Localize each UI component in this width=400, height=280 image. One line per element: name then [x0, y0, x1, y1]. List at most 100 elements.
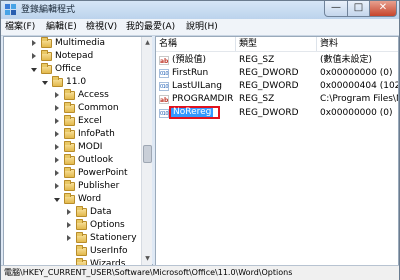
- folder-icon: [76, 245, 87, 256]
- status-path: 電腦\HKEY_CURRENT_USER\Software\Microsoft\…: [4, 268, 293, 277]
- value-name: LastUILang: [172, 81, 222, 91]
- tree-item-powerpoint[interactable]: PowerPoint: [4, 167, 140, 180]
- expand-arrow-icon[interactable]: [55, 183, 59, 189]
- tree-item-label: Notepad: [55, 51, 94, 61]
- tree-item-outlook[interactable]: Outlook: [4, 154, 140, 167]
- folder-open-icon: [41, 63, 52, 74]
- value-row[interactable]: 010 LastUILang REG_DWORD 0x00000404 (102…: [156, 80, 398, 93]
- value-name: FirstRun: [172, 68, 209, 78]
- folder-icon: [76, 206, 87, 217]
- menu-help[interactable]: 說明(H): [186, 21, 218, 33]
- value-type: REG_DWORD: [239, 108, 299, 118]
- value-name-editing[interactable]: NoRereg: [171, 108, 214, 117]
- maximize-button[interactable]: □: [348, 1, 370, 17]
- value-data: 0x00000000 (0): [320, 108, 393, 118]
- expand-arrow-icon[interactable]: [55, 157, 59, 163]
- minimize-icon: —: [331, 2, 341, 13]
- expand-arrow-icon[interactable]: [55, 144, 59, 150]
- status-bar: 電腦\HKEY_CURRENT_USER\Software\Microsoft\…: [1, 265, 399, 280]
- tree-item-multimedia[interactable]: Multimedia: [4, 37, 140, 50]
- expand-arrow-icon[interactable]: [55, 92, 59, 98]
- value-type: REG_SZ: [239, 94, 275, 104]
- folder-open-icon: [52, 76, 63, 87]
- tree-item-label: Excel: [78, 116, 102, 126]
- column-header-name[interactable]: 名稱: [156, 37, 236, 51]
- tree-item-data[interactable]: Data: [4, 206, 140, 219]
- collapse-arrow-icon[interactable]: [54, 198, 60, 202]
- tree-item-label: Common: [78, 103, 119, 113]
- expand-arrow-icon[interactable]: [55, 118, 59, 124]
- expand-arrow-icon[interactable]: [55, 105, 59, 111]
- key-tree-pane[interactable]: Multimedia Notepad Office 11.0 Access Co…: [3, 36, 153, 266]
- expand-arrow-icon[interactable]: [32, 40, 36, 46]
- value-row[interactable]: ab PROGRAMDIR REG_SZ C:\Program Files\M: [156, 93, 398, 106]
- value-data: (數值未設定): [320, 55, 373, 65]
- scroll-up-icon[interactable]: ▲: [143, 38, 152, 48]
- column-header-row: 名稱 類型 資料: [156, 37, 398, 52]
- tree-item-label: Publisher: [78, 181, 120, 191]
- tree-item-modi[interactable]: MODI: [4, 141, 140, 154]
- value-row[interactable]: 010 FirstRun REG_DWORD 0x00000000 (0): [156, 67, 398, 80]
- scrollbar-thumb[interactable]: [143, 145, 152, 163]
- tree-item-excel[interactable]: Excel: [4, 115, 140, 128]
- menu-view[interactable]: 檢視(V): [86, 21, 117, 33]
- tree-item-stationery[interactable]: Stationery: [4, 232, 140, 245]
- folder-icon: [64, 89, 75, 100]
- tree-item-label: Options: [90, 220, 125, 230]
- expand-arrow-icon[interactable]: [67, 209, 71, 215]
- value-data: 0x00000000 (0): [320, 68, 393, 78]
- collapse-arrow-icon[interactable]: [31, 68, 37, 72]
- values-list-pane[interactable]: 名稱 類型 資料 ab (預設值) REG_SZ (數值未設定) 010 Fir…: [155, 36, 399, 266]
- tree-item-label: InfoPath: [78, 129, 115, 139]
- minimize-button[interactable]: —: [324, 1, 348, 17]
- value-type: REG_DWORD: [239, 68, 299, 78]
- tree-item-userinfo[interactable]: UserInfo: [4, 245, 140, 258]
- tree-item-office[interactable]: Office: [4, 63, 140, 76]
- binary-value-icon: 010: [159, 69, 169, 78]
- tree-item-common[interactable]: Common: [4, 102, 140, 115]
- folder-icon: [64, 141, 75, 152]
- title-bar[interactable]: 登錄編輯程式 — □ ✕: [1, 1, 399, 19]
- value-row-selected[interactable]: 010 NoRereg REG_DWORD 0x00000000 (0): [156, 106, 398, 120]
- folder-open-icon: [64, 193, 75, 204]
- scroll-down-icon[interactable]: ▼: [143, 254, 152, 264]
- menu-edit[interactable]: 編輯(E): [46, 21, 77, 33]
- column-header-type[interactable]: 類型: [236, 37, 317, 51]
- binary-value-icon: 010: [159, 82, 169, 91]
- folder-icon: [76, 219, 87, 230]
- value-name: (預設值): [172, 55, 207, 65]
- tree-item-11-0[interactable]: 11.0: [4, 76, 140, 89]
- tree-item-infopath[interactable]: InfoPath: [4, 128, 140, 141]
- tree-item-label: MODI: [78, 142, 103, 152]
- value-row[interactable]: ab (預設值) REG_SZ (數值未設定): [156, 54, 398, 67]
- column-header-data[interactable]: 資料: [317, 37, 398, 51]
- value-data: C:\Program Files\M: [320, 94, 399, 104]
- menu-favorites[interactable]: 我的最愛(A): [126, 21, 175, 33]
- folder-icon: [64, 180, 75, 191]
- expand-arrow-icon[interactable]: [32, 53, 36, 59]
- folder-icon: [64, 154, 75, 165]
- value-type: REG_SZ: [239, 55, 275, 65]
- tree-item-options[interactable]: Options: [4, 219, 140, 232]
- menu-file[interactable]: 檔案(F): [5, 21, 35, 33]
- folder-icon: [64, 102, 75, 113]
- tree-item-word[interactable]: Word: [4, 193, 140, 206]
- tree-item-notepad[interactable]: Notepad: [4, 50, 140, 63]
- expand-arrow-icon[interactable]: [67, 235, 71, 241]
- expand-arrow-icon[interactable]: [67, 222, 71, 228]
- folder-icon: [64, 115, 75, 126]
- value-name: PROGRAMDIR: [172, 94, 234, 104]
- folder-icon: [76, 232, 87, 243]
- collapse-arrow-icon[interactable]: [42, 81, 48, 85]
- folder-icon: [64, 167, 75, 178]
- tree-item-publisher[interactable]: Publisher: [4, 180, 140, 193]
- tree-item-access[interactable]: Access: [4, 89, 140, 102]
- close-button[interactable]: ✕: [370, 1, 397, 17]
- expand-arrow-icon[interactable]: [55, 170, 59, 176]
- value-data: 0x00000404 (1028): [320, 81, 398, 91]
- expand-arrow-icon[interactable]: [55, 131, 59, 137]
- folder-icon: [41, 37, 52, 48]
- folder-icon: [41, 50, 52, 61]
- tree-item-label: Access: [78, 90, 109, 100]
- value-type: REG_DWORD: [239, 81, 299, 91]
